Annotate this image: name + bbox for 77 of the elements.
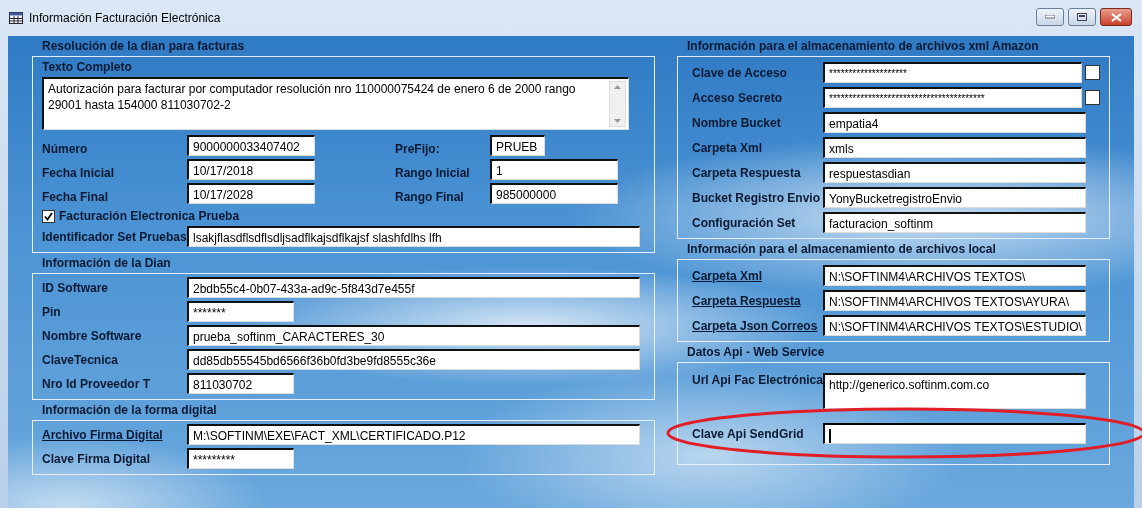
close-button[interactable] [1100, 8, 1132, 26]
text-field[interactable]: **************************************** [823, 87, 1083, 108]
field-label: ClaveTecnica [42, 352, 119, 367]
window-title: Información Facturación Electrónica [29, 11, 221, 25]
field-label: Nro Id Proveedor T [42, 376, 152, 391]
section-heading: Resolución de la dian para facturas [41, 38, 246, 55]
maximize-icon [1077, 13, 1087, 21]
field-label: Nombre Bucket [692, 115, 782, 130]
text-field[interactable]: 9000000033407402 [187, 135, 315, 156]
checkbox-label: Facturación Electronica Prueba [59, 209, 240, 223]
field-label: Identificador Set Pruebas [42, 229, 187, 244]
close-icon [1110, 12, 1122, 22]
field-label: Rango Final [395, 190, 465, 204]
checkbox[interactable] [1085, 65, 1100, 80]
text-field[interactable]: 811030702 [187, 373, 294, 394]
text-field[interactable]: 985000000 [490, 183, 618, 204]
field-label: Rango Inicial [395, 166, 471, 180]
scroll-up-icon [612, 82, 623, 91]
text-field[interactable] [823, 423, 1086, 444]
text-field[interactable]: ********* [187, 448, 294, 469]
scroll-down-icon [612, 117, 623, 126]
field-label: Carpeta Xml [692, 140, 764, 155]
field-label: Clave Firma Digital [42, 451, 152, 466]
text-field[interactable]: empatia4 [823, 112, 1086, 133]
section-heading: Información para el almacenamiento de archivos xml Amazon [686, 38, 1040, 55]
section-heading: Información para el almacenamiento de archivos local [686, 241, 997, 258]
text-area[interactable]: Autorización para facturar por computador resolución nro 110000075424 de enero 6 de 2000 rango 29001 hasta 154000 811030702-2 [42, 77, 629, 130]
text-field[interactable]: lsakjflasdflsdflsdljsadflkajsdflkajsf slashfdlhs lfh [187, 226, 640, 247]
checkbox[interactable] [42, 209, 55, 223]
scrollbar[interactable] [609, 81, 626, 127]
field-link[interactable]: Carpeta Xml [692, 268, 823, 283]
field-link[interactable]: Carpeta Json Correos [692, 318, 823, 333]
field-label: Nombre Software [42, 328, 143, 343]
maximize-button[interactable] [1068, 8, 1096, 26]
field-label: Bucket Registro Envio [692, 190, 822, 205]
field-link[interactable]: Carpeta Respuesta [692, 293, 823, 308]
field-label: Acceso Secreto [692, 90, 784, 105]
field-label: Texto Completo [42, 60, 133, 74]
text-field[interactable]: dd85db55545bd6566f36b0fd3be9fd8555c36e [187, 349, 640, 370]
field-label: Url Api Fac Electrónica [692, 373, 823, 387]
table-icon [9, 12, 23, 24]
section-heading: Información de la Dian [41, 255, 172, 272]
section-heading: Información de la forma digital [41, 402, 218, 419]
field-link[interactable]: Archivo Firma Digital [42, 427, 187, 442]
text-field[interactable]: 10/17/2018 [187, 159, 315, 180]
field-label: PreFijo: [395, 142, 441, 156]
text-field[interactable]: ******* [187, 301, 294, 322]
field-label: Número [42, 142, 89, 156]
text-field[interactable]: ******************** [823, 62, 1083, 83]
text-field[interactable]: prueba_softinm_CARACTERES_30 [187, 325, 640, 346]
field-label: Configuración Set [692, 215, 797, 230]
text-field[interactable]: facturacion_softinm [823, 212, 1086, 233]
field-label: Clave Api SendGrid [692, 426, 805, 441]
section-heading: Datos Api - Web Service [686, 344, 826, 361]
checkbox[interactable] [1085, 90, 1100, 105]
checkmark-icon [44, 211, 53, 221]
text-field[interactable]: N:\SOFTINM4\ARCHIVOS TEXTOS\ESTUDIO\ [823, 315, 1086, 336]
text-field[interactable]: 10/17/2028 [187, 183, 315, 204]
text-field[interactable]: YonyBucketregistroEnvio [823, 187, 1086, 208]
field-label: Pin [42, 304, 62, 319]
text-cursor [829, 428, 831, 443]
text-field[interactable]: N:\SOFTINM4\ARCHIVOS TEXTOS\ [823, 265, 1086, 286]
minimize-button[interactable] [1036, 8, 1064, 26]
text-field[interactable]: respuestasdian [823, 162, 1086, 183]
field-label: Carpeta Respuesta [692, 165, 802, 180]
text-field[interactable]: N:\SOFTINM4\ARCHIVOS TEXTOS\AYURA\ [823, 290, 1086, 311]
field-label: Fecha Inicial [42, 166, 116, 180]
text-field[interactable]: M:\SOFTINM\EXE\FACT_XML\CERTIFICADO.P12 [187, 424, 640, 445]
text-field[interactable]: xmls [823, 137, 1086, 158]
text-field[interactable]: 1 [490, 159, 618, 180]
field-label: ID Software [42, 280, 109, 295]
minimize-icon [1045, 15, 1055, 19]
text-field[interactable]: 2bdb55c4-0b07-433a-ad9c-5f843d7e455f [187, 277, 640, 298]
field-label: Clave de Acceso [692, 65, 788, 80]
field-label: Fecha Final [42, 190, 110, 204]
text-field[interactable]: http://generico.softinm.com.co [823, 373, 1086, 409]
text-field[interactable]: PRUEB [490, 135, 545, 156]
